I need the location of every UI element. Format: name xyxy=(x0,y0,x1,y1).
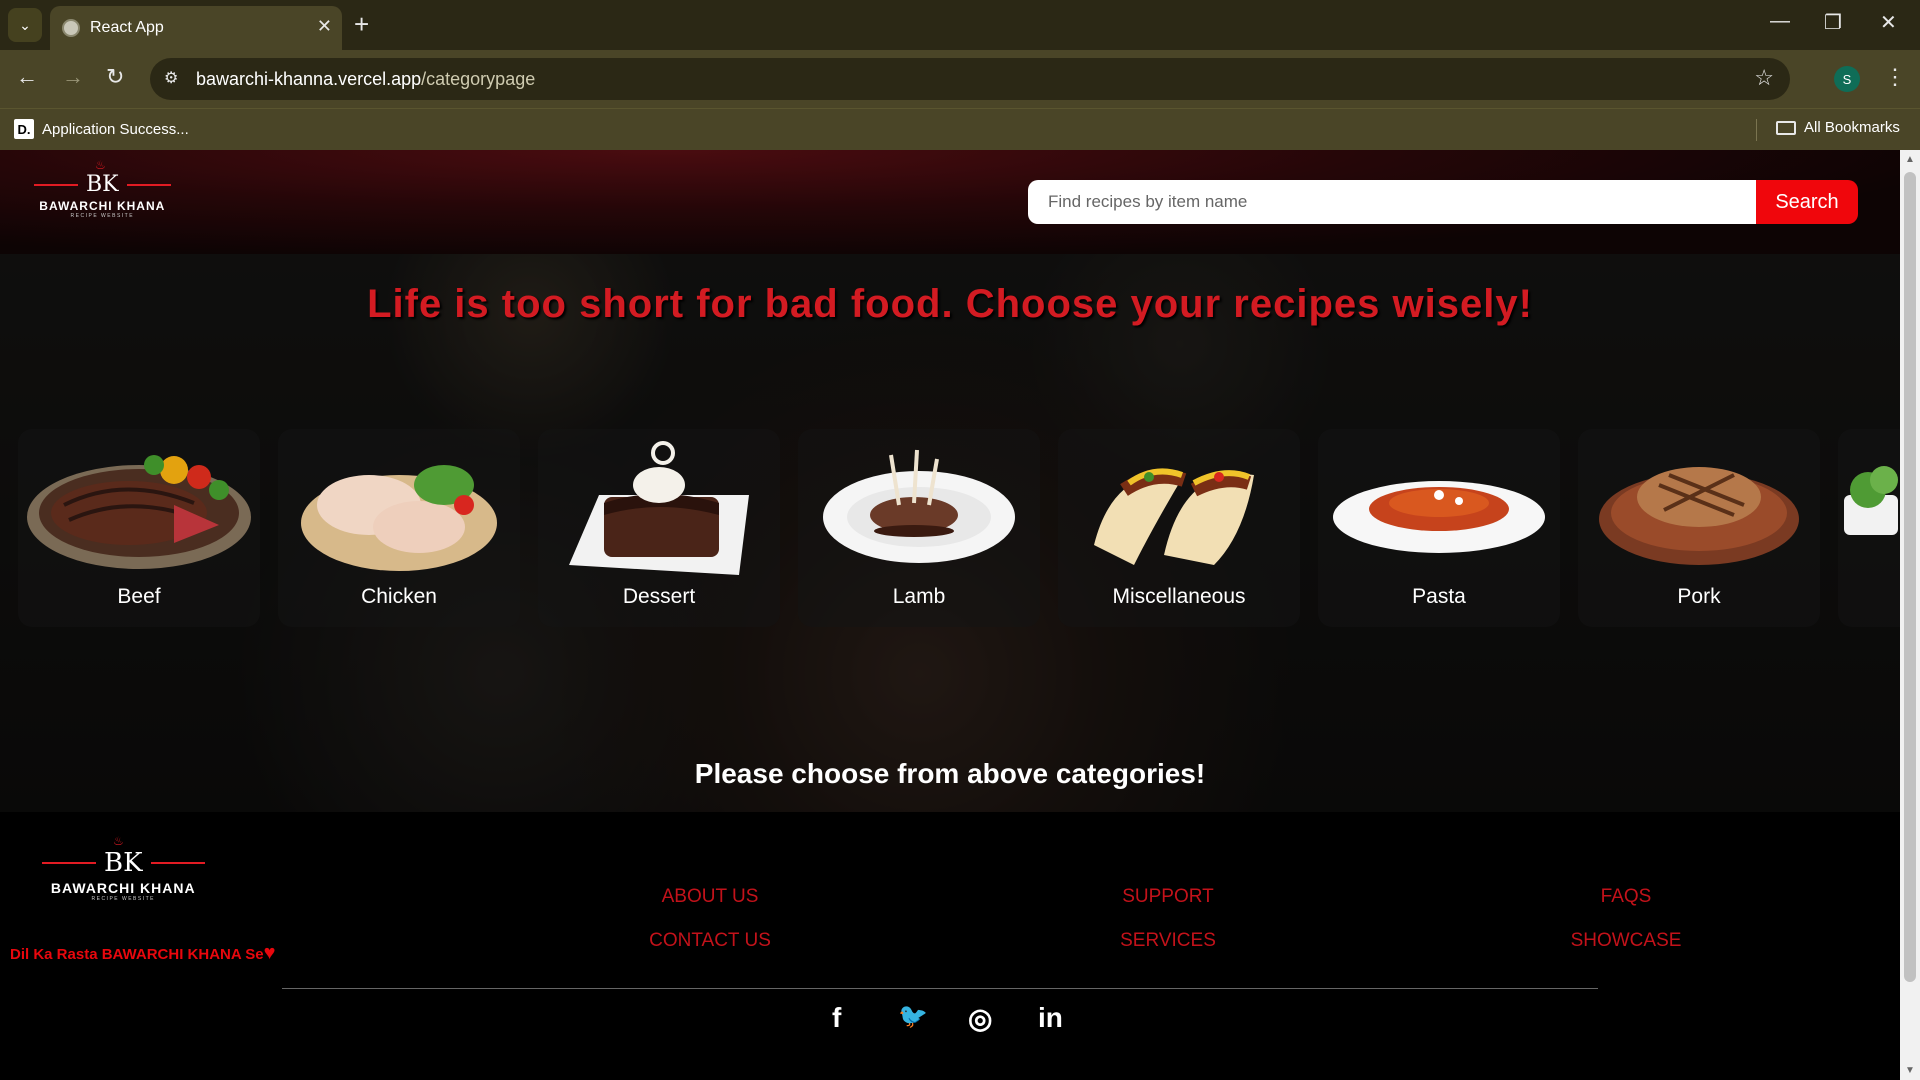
category-card-chicken[interactable]: Chicken xyxy=(278,429,520,627)
page-scrollbar[interactable]: ▲ ▼ xyxy=(1900,150,1920,1080)
category-card-dessert[interactable]: Dessert xyxy=(538,429,780,627)
category-label: Miscellaneous xyxy=(1112,585,1246,608)
category-card-partial[interactable] xyxy=(1838,429,1900,627)
salad-image xyxy=(1844,466,1898,535)
flame-icon: ♨ xyxy=(113,834,124,848)
category-card-beef[interactable]: Beef xyxy=(18,429,260,627)
scroll-down-icon[interactable]: ▼ xyxy=(1905,1065,1915,1076)
scroll-thumb[interactable] xyxy=(1904,172,1916,982)
site-footer: ♨ BK BAWARCHI KHANA RECIPE WEBSITE Dil Ka… xyxy=(0,812,1900,1080)
beef-image xyxy=(27,455,251,569)
logo-mark: ♨ BK xyxy=(86,158,119,197)
browser-tab[interactable]: React App ✕ xyxy=(50,6,342,50)
category-card-pork[interactable]: Pork xyxy=(1578,429,1820,627)
search-button[interactable]: Search xyxy=(1756,180,1858,224)
support-link[interactable]: SUPPORT xyxy=(1068,886,1268,908)
tab-title: React App xyxy=(90,19,164,36)
close-tab-icon[interactable]: ✕ xyxy=(317,16,332,37)
instagram-icon[interactable]: ◎ xyxy=(968,1002,992,1035)
site-logo[interactable]: ♨ BK BAWARCHI KHANA RECIPE WEBSITE xyxy=(34,158,171,219)
category-carousel: Beef Chicken Dessert Lamb Miscellaneous … xyxy=(18,429,1900,629)
lamb-image xyxy=(823,449,1015,563)
twitter-icon[interactable]: 🐦 xyxy=(898,1002,928,1031)
browser-tab-strip: ⌄ React App ✕ + — ❐ ✕ xyxy=(0,0,1920,50)
category-card-lamb[interactable]: Lamb xyxy=(798,429,1040,627)
site-info-icon[interactable]: ⚙ xyxy=(164,68,178,88)
logo-line xyxy=(126,183,171,186)
tab-search-button[interactable]: ⌄ xyxy=(8,8,42,42)
linkedin-icon[interactable]: in xyxy=(1038,1002,1063,1034)
hero-section: Life is too short for bad food. Choose y… xyxy=(0,254,1900,812)
facebook-icon[interactable]: f xyxy=(832,1002,841,1034)
forward-icon[interactable]: → xyxy=(62,64,84,90)
bookmark-item[interactable]: D. Application Success... xyxy=(14,119,189,139)
bookmark-star-icon[interactable]: ☆ xyxy=(1754,65,1774,91)
restore-icon[interactable]: ❐ xyxy=(1824,10,1842,35)
all-bookmarks-button[interactable]: All Bookmarks xyxy=(1776,119,1900,136)
logo-subtitle: RECIPE WEBSITE xyxy=(91,896,156,902)
category-card-miscellaneous[interactable]: Miscellaneous xyxy=(1058,429,1300,627)
category-label: Beef xyxy=(117,585,161,608)
all-bookmarks-label: All Bookmarks xyxy=(1804,119,1900,136)
faqs-link[interactable]: FAQS xyxy=(1526,886,1726,908)
scroll-up-icon[interactable]: ▲ xyxy=(1905,154,1915,165)
footer-tagline: Dil Ka Rasta BAWARCHI KHANA Se♥ xyxy=(10,942,276,964)
chicken-image xyxy=(301,465,497,571)
category-label: Dessert xyxy=(622,585,696,608)
bookmark-label: Application Success... xyxy=(42,120,189,138)
bookmark-favicon: D. xyxy=(14,119,34,139)
reload-icon[interactable]: ↻ xyxy=(106,64,124,90)
search-input[interactable] xyxy=(1028,180,1756,224)
showcase-link[interactable]: SHOWCASE xyxy=(1526,930,1726,952)
flame-icon: ♨ xyxy=(95,158,106,172)
bookmarks-bar: D. Application Success... All Bookmarks xyxy=(0,108,1920,150)
category-label: Pork xyxy=(1677,585,1721,608)
logo-name: BAWARCHI KHANA xyxy=(39,199,166,213)
category-label: Pasta xyxy=(1412,585,1466,608)
about-us-link[interactable]: ABOUT US xyxy=(610,886,810,908)
footer-logo[interactable]: ♨ BK BAWARCHI KHANA RECIPE WEBSITE xyxy=(42,834,205,902)
category-label: Chicken xyxy=(361,585,437,608)
page-viewport: ♨BK BAWARCHI KHANA RECIPE WEBSITE Search… xyxy=(0,150,1900,1080)
url-text: bawarchi-khanna.vercel.app/categorypage xyxy=(196,69,536,89)
choose-category-message: Please choose from above categories! xyxy=(694,758,1206,789)
category-card-pasta[interactable]: Pasta xyxy=(1318,429,1560,627)
logo-name: BAWARCHI KHANA xyxy=(50,880,196,896)
globe-icon xyxy=(62,19,80,37)
footer-divider xyxy=(282,988,1598,989)
profile-avatar[interactable]: S xyxy=(1834,66,1860,92)
category-label: Lamb xyxy=(892,585,946,608)
tacos-image xyxy=(1094,468,1254,565)
close-window-icon[interactable]: ✕ xyxy=(1880,10,1897,35)
folder-icon xyxy=(1776,120,1796,135)
logo-line xyxy=(34,183,78,186)
heart-icon: ♥ xyxy=(263,942,276,964)
back-icon[interactable]: ← xyxy=(16,64,38,90)
address-bar[interactable]: ⚙ bawarchi-khanna.vercel.app/categorypag… xyxy=(150,58,1790,100)
site-header: ♨BK BAWARCHI KHANA RECIPE WEBSITE Search xyxy=(0,150,1900,254)
dessert-image xyxy=(569,441,749,575)
browser-menu-icon[interactable]: ⋮ xyxy=(1884,64,1906,90)
logo-mark: ♨ BK xyxy=(104,834,143,878)
bookmarks-divider xyxy=(1756,119,1757,141)
pasta-image xyxy=(1333,481,1545,553)
services-link[interactable]: SERVICES xyxy=(1068,930,1268,952)
logo-line xyxy=(42,862,96,864)
logo-line xyxy=(150,862,205,864)
contact-us-link[interactable]: CONTACT US xyxy=(610,930,810,952)
logo-subtitle: RECIPE WEBSITE xyxy=(70,213,135,219)
browser-toolbar: ← → ↻ ⚙ bawarchi-khanna.vercel.app/categ… xyxy=(0,50,1920,108)
minimize-icon[interactable]: — xyxy=(1770,10,1790,33)
recipe-search: Search xyxy=(1028,180,1858,224)
new-tab-button[interactable]: + xyxy=(354,10,369,38)
pork-image xyxy=(1599,467,1799,565)
hero-tagline: Life is too short for bad food. Choose y… xyxy=(367,282,1533,326)
